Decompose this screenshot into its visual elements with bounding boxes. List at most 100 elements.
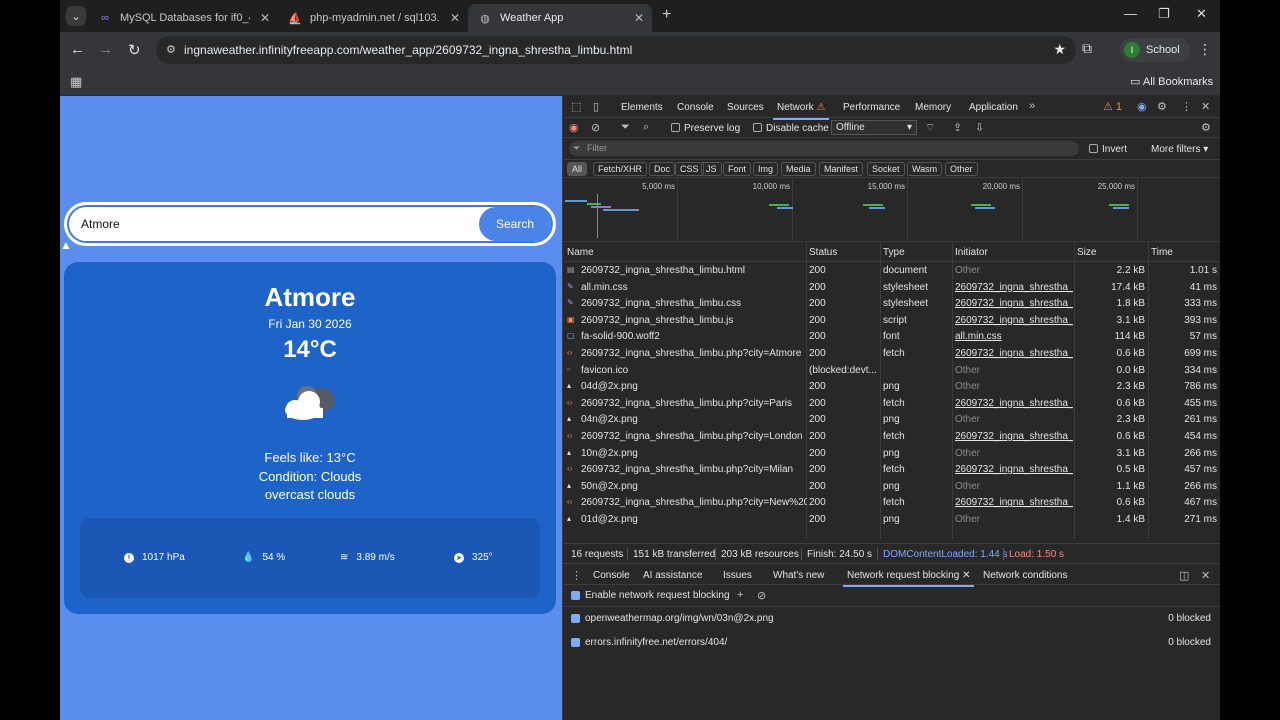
blocked-pattern-row[interactable]: errors.infinityfree.net/errors/404/ 0 bl…: [563, 632, 1220, 654]
tab-performance[interactable]: Performance: [843, 102, 900, 113]
drawer-menu-icon[interactable]: ⋮: [571, 569, 582, 582]
tab-sources[interactable]: Sources: [727, 102, 764, 113]
back-icon[interactable]: ←: [70, 41, 85, 58]
search-icon[interactable]: ⌕: [643, 121, 649, 134]
table-row[interactable]: ✎ all.min.css 200 stylesheet 2609732_ingna_s…: [563, 280, 1220, 297]
export-har-icon[interactable]: ⇩: [975, 121, 984, 134]
table-row[interactable]: ▫ favicon.ico (blocked:devt... Other 0.0 kB 3…: [563, 363, 1220, 380]
pattern-checkbox[interactable]: [571, 614, 580, 623]
extensions-icon[interactable]: ⧉: [1082, 40, 1092, 57]
filter-input[interactable]: ⏷ Filter: [569, 141, 1079, 156]
column-size[interactable]: Size: [1077, 247, 1096, 258]
filter-manifest[interactable]: Manifest: [819, 162, 864, 176]
window-close-icon[interactable]: ✕: [1196, 6, 1207, 22]
invert-checkbox[interactable]: Invert: [1089, 144, 1127, 155]
drawer-tab-whats-new[interactable]: What's new: [773, 570, 824, 581]
request-initiator[interactable]: 2609732_ingna_shrestha_lim: [955, 298, 1073, 309]
address-bar[interactable]: ⚙ ingnaweather.infinityfreeapp.com/weath…: [156, 36, 1076, 64]
bookmark-star-icon[interactable]: ★: [1053, 41, 1066, 58]
column-name[interactable]: Name: [567, 247, 594, 258]
city-search-input[interactable]: Atmore: [81, 217, 120, 231]
pattern-checkbox[interactable]: [571, 638, 580, 647]
apps-grid-icon[interactable]: ▦: [70, 74, 82, 90]
throttle-select[interactable]: Offline ▾: [831, 120, 917, 135]
tab-search-button[interactable]: ⌄: [66, 6, 86, 26]
filter-fetch-xhr[interactable]: Fetch/XHR: [593, 162, 648, 176]
record-icon[interactable]: ◉: [569, 121, 579, 134]
reload-icon[interactable]: ↻: [128, 41, 141, 59]
table-row[interactable]: ‹› 2609732_ingna_shrestha_limbu.php?city=…: [563, 429, 1220, 446]
enable-blocking-checkbox[interactable]: [571, 591, 580, 600]
close-icon[interactable]: ✕: [962, 570, 970, 581]
table-row[interactable]: ✎ 2609732_ingna_shrestha_limbu.css 200 styl…: [563, 296, 1220, 313]
filter-img[interactable]: Img: [753, 162, 779, 176]
drawer-tab-console[interactable]: Console: [593, 570, 630, 581]
filter-all[interactable]: All: [567, 162, 588, 176]
close-icon[interactable]: ✕: [260, 11, 270, 25]
filter-other[interactable]: Other: [945, 162, 978, 176]
drawer-tab-network-conditions[interactable]: Network conditions: [983, 570, 1067, 581]
drawer-tab-issues[interactable]: Issues: [723, 570, 752, 581]
column-status[interactable]: Status: [809, 247, 837, 258]
request-initiator[interactable]: 2609732_ingna_shrestha_lim: [955, 315, 1073, 326]
more-tabs-icon[interactable]: »: [1029, 100, 1035, 112]
forward-icon[interactable]: →: [98, 41, 113, 58]
request-initiator[interactable]: all.min.css: [955, 331, 1073, 342]
close-icon[interactable]: ✕: [634, 11, 644, 25]
issues-warning-icon[interactable]: ⚠ 1: [1103, 100, 1122, 113]
import-har-icon[interactable]: ⇪: [953, 121, 962, 134]
site-info-icon[interactable]: ⚙: [166, 43, 176, 56]
tab-application[interactable]: Application: [969, 102, 1018, 113]
request-initiator[interactable]: 2609732_ingna_shrestha_lim: [955, 431, 1073, 442]
filter-css[interactable]: CSS: [675, 162, 704, 176]
network-conditions-icon[interactable]: ⌔: [925, 121, 935, 135]
drawer-close-icon[interactable]: ✕: [1201, 569, 1210, 582]
browser-menu-icon[interactable]: ⋮: [1198, 41, 1212, 58]
table-row[interactable]: ‹› 2609732_ingna_shrestha_limbu.php?city=…: [563, 495, 1220, 512]
tab-mysql[interactable]: ∞ MySQL Databases for if0_41018 ✕: [88, 4, 278, 32]
device-toolbar-icon[interactable]: ▯: [593, 100, 599, 113]
filter-doc[interactable]: Doc: [649, 162, 676, 176]
more-filters-dropdown[interactable]: More filters ▾: [1151, 144, 1208, 155]
ai-icon[interactable]: ◉: [1137, 100, 1147, 113]
table-row[interactable]: ▴ 50n@2x.png 200 png Other 1.1 kB 266 ms: [563, 479, 1220, 496]
table-row[interactable]: ▴ 04n@2x.png 200 png Other 2.3 kB 261 ms: [563, 412, 1220, 429]
add-pattern-icon[interactable]: +: [737, 589, 743, 601]
clear-patterns-icon[interactable]: ⊘: [757, 589, 766, 602]
tab-elements[interactable]: Elements: [621, 102, 663, 113]
network-settings-icon[interactable]: ⚙: [1201, 121, 1211, 134]
column-type[interactable]: Type: [883, 247, 905, 258]
minimize-icon[interactable]: —: [1124, 6, 1137, 21]
clear-icon[interactable]: ⊘: [591, 121, 600, 134]
filter-socket[interactable]: Socket: [867, 162, 905, 176]
close-icon[interactable]: ✕: [450, 11, 460, 25]
new-tab-button[interactable]: +: [662, 6, 671, 24]
table-row[interactable]: ▤ 2609732_ingna_shrestha_limbu.html 200 doc…: [563, 263, 1220, 280]
tab-phpmyadmin[interactable]: ⛵ php-myadmin.net / sql103.infin ✕: [278, 4, 468, 32]
filter-font[interactable]: Font: [723, 162, 752, 176]
profile-button[interactable]: I School: [1120, 38, 1190, 62]
dock-side-icon[interactable]: ◫: [1179, 569, 1189, 582]
table-row[interactable]: ▣ 2609732_ingna_shrestha_limbu.js 200 scrip…: [563, 313, 1220, 330]
table-row[interactable]: ▢ fa-solid-900.woff2 200 font all.min.css 114…: [563, 329, 1220, 346]
column-initiator[interactable]: Initiator: [955, 247, 988, 258]
table-row[interactable]: ‹› 2609732_ingna_shrestha_limbu.php?city=…: [563, 346, 1220, 363]
drawer-tab-network-request-blocking[interactable]: Network request blocking ✕: [842, 570, 975, 587]
tab-weather-app[interactable]: ◍ Weather App ✕: [468, 4, 652, 32]
request-initiator[interactable]: 2609732_ingna_shrestha_lim: [955, 348, 1073, 359]
table-row[interactable]: ‹› 2609732_ingna_shrestha_limbu.php?city=…: [563, 462, 1220, 479]
preserve-log-checkbox[interactable]: Preserve log: [671, 123, 740, 134]
request-initiator[interactable]: 2609732_ingna_shrestha_lim: [955, 282, 1073, 293]
inspect-element-icon[interactable]: ⬚: [571, 100, 581, 113]
request-initiator[interactable]: 2609732_ingna_shrestha_lim: [955, 398, 1073, 409]
table-row[interactable]: ▴ 10n@2x.png 200 png Other 3.1 kB 266 ms: [563, 446, 1220, 463]
request-initiator[interactable]: 2609732_ingna_shrestha_lim: [955, 497, 1073, 508]
filter-wasm[interactable]: Wasm: [907, 162, 943, 176]
filter-icon[interactable]: ⏷: [621, 121, 630, 134]
table-row[interactable]: ▴ 04d@2x.png 200 png Other 2.3 kB 786 ms: [563, 379, 1220, 396]
tab-memory[interactable]: Memory: [915, 102, 951, 113]
request-initiator[interactable]: 2609732_ingna_shrestha_lim: [955, 464, 1073, 475]
column-time[interactable]: Time: [1151, 247, 1173, 258]
table-row[interactable]: ▴ 01d@2x.png 200 png Other 1.4 kB 271 ms: [563, 512, 1220, 529]
drawer-tab-ai-assistance[interactable]: AI assistance: [643, 570, 702, 581]
